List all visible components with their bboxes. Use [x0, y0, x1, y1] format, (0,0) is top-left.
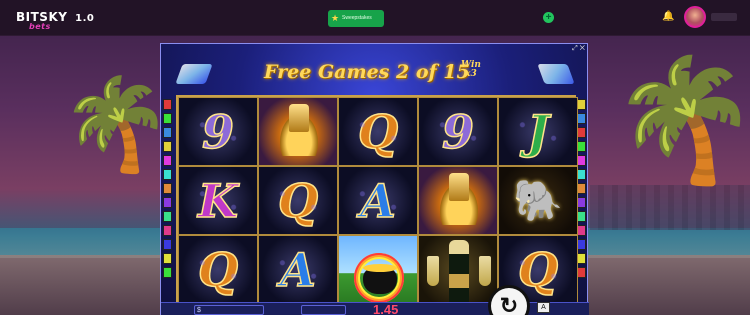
logo-sub: bets — [29, 22, 51, 31]
username-redacted[interactable] — [711, 13, 737, 21]
reel-symbol-queen: Q — [178, 235, 258, 304]
balance-field: $ — [194, 305, 264, 315]
reel-symbol-gold-pile — [418, 166, 498, 235]
notification-bell-icon[interactable]: 🔔 — [662, 11, 674, 22]
payline-marker — [163, 113, 172, 124]
reel-symbol-champagne — [418, 235, 498, 304]
star-icon: ★ — [331, 13, 340, 23]
payline-marker — [577, 113, 586, 124]
user-avatar[interactable] — [684, 6, 706, 28]
payline-marker — [163, 225, 172, 236]
payline-indicators-right — [577, 99, 587, 281]
payline-marker — [577, 127, 586, 138]
payline-marker — [163, 253, 172, 264]
add-funds-icon[interactable]: + — [543, 12, 554, 23]
payline-marker — [163, 197, 172, 208]
payline-marker — [577, 155, 586, 166]
payline-marker — [577, 197, 586, 208]
win-multiplier-value: x3 — [465, 69, 477, 79]
payline-marker — [163, 239, 172, 250]
payline-marker — [577, 225, 586, 236]
reel-symbol-queen: Q — [258, 166, 338, 235]
payline-marker — [577, 99, 586, 110]
window-controls[interactable]: ⤢ ✕ — [572, 45, 585, 53]
slot-reels: 9 Q 9 J K Q A 🐘 Q A Q — [176, 95, 578, 304]
payline-marker — [577, 169, 586, 180]
payline-marker — [577, 267, 586, 278]
payline-marker — [163, 127, 172, 138]
payline-marker — [163, 155, 172, 166]
current-win-value: 1.45 — [373, 302, 399, 315]
elephant-icon: 🐘 — [513, 179, 563, 223]
payline-marker — [163, 267, 172, 278]
reel-symbol-nine: 9 — [418, 97, 498, 166]
palm-tree-icon: 🌴 — [610, 53, 750, 187]
payline-marker — [163, 183, 172, 194]
replay-icon: ↻ — [499, 293, 519, 315]
payline-indicators-left — [163, 99, 173, 281]
payline-marker — [163, 141, 172, 152]
payline-marker — [577, 253, 586, 264]
background-city — [590, 185, 750, 230]
payline-marker — [577, 239, 586, 250]
top-nav-bar: BITSKY bets 1.0 ★ Sweepstakes + 🔔 — [0, 0, 750, 36]
bet-field[interactable] — [301, 305, 346, 315]
reel-symbol-pot-of-gold — [338, 235, 418, 304]
payline-marker — [163, 169, 172, 180]
slot-game-window[interactable]: ⤢ ✕ Free Games 2 of 15 Win x3 🐘 $ 1.45 — [160, 43, 589, 315]
site-logo[interactable]: BITSKY bets 1.0 — [16, 10, 95, 31]
reel-symbol-king: K — [178, 166, 258, 235]
reel-symbol-ace: A — [338, 166, 418, 235]
reel-symbol-gold-elephant: 🐘 — [498, 166, 578, 235]
payline-marker — [577, 183, 586, 194]
sweepstakes-button[interactable]: ★ Sweepstakes — [328, 10, 384, 27]
diamond-decoration — [175, 64, 213, 84]
payline-marker — [163, 211, 172, 222]
reel-symbol-queen: Q — [338, 97, 418, 166]
free-games-counter: Free Games 2 of 15 — [264, 61, 470, 83]
reel-symbol-jack: J — [498, 97, 578, 166]
reel-symbol-nine: 9 — [178, 97, 258, 166]
win-multiplier: Win x3 — [461, 61, 481, 79]
diamond-decoration — [537, 64, 575, 84]
sweepstakes-label: Sweepstakes — [342, 15, 372, 21]
payline-marker — [163, 99, 172, 110]
version-label: 1.0 — [75, 13, 95, 24]
payline-marker — [577, 211, 586, 222]
palm-tree-icon: 🌴 — [60, 75, 173, 175]
reel-symbol-ace: A — [258, 235, 338, 304]
autoplay-button[interactable]: A — [537, 302, 550, 313]
reel-symbol-gold-pile — [258, 97, 338, 166]
payline-marker — [577, 141, 586, 152]
